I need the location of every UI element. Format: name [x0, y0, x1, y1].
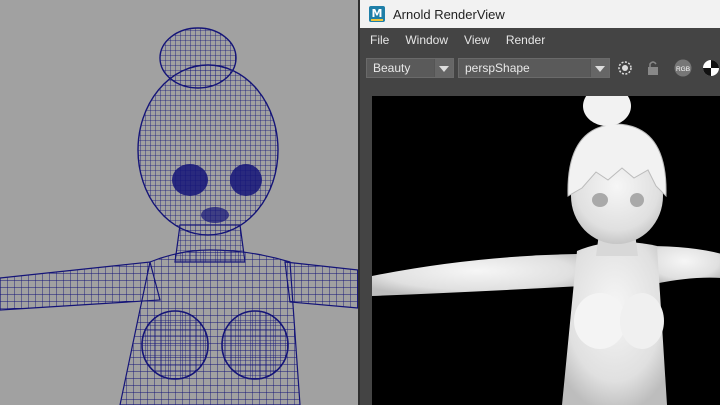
render-view-canvas[interactable]	[372, 96, 720, 405]
exposure-icon[interactable]	[702, 59, 720, 77]
maya-app-icon: M	[369, 6, 385, 22]
titlebar[interactable]: M Arnold RenderView	[360, 0, 720, 28]
menu-render[interactable]: Render	[500, 33, 551, 47]
rgb-label: RGB	[676, 66, 690, 73]
aov-dropdown[interactable]: Beauty	[366, 58, 454, 78]
wireframe-character	[0, 27, 358, 405]
lock-icon[interactable]	[644, 59, 662, 77]
refresh-render-icon[interactable]	[616, 59, 634, 77]
camera-value: perspShape	[465, 61, 530, 75]
toolbar: Beauty perspShape RGB	[360, 54, 720, 82]
aov-value: Beauty	[373, 61, 411, 75]
menu-view[interactable]: View	[458, 33, 496, 47]
camera-dropdown[interactable]: perspShape	[458, 58, 610, 78]
chevron-down-icon	[590, 59, 609, 77]
chevron-down-icon	[434, 59, 453, 77]
menu-window[interactable]: Window	[399, 33, 454, 47]
window-title: Arnold RenderView	[393, 6, 505, 22]
rendered-character	[372, 96, 720, 405]
maya-viewport[interactable]	[0, 0, 358, 405]
rgb-channel-icon[interactable]: RGB	[674, 59, 692, 77]
menubar: File Window View Render	[360, 28, 720, 52]
arnold-renderview-window: M Arnold RenderView File Window View Ren…	[358, 0, 720, 405]
menu-file[interactable]: File	[364, 33, 395, 47]
